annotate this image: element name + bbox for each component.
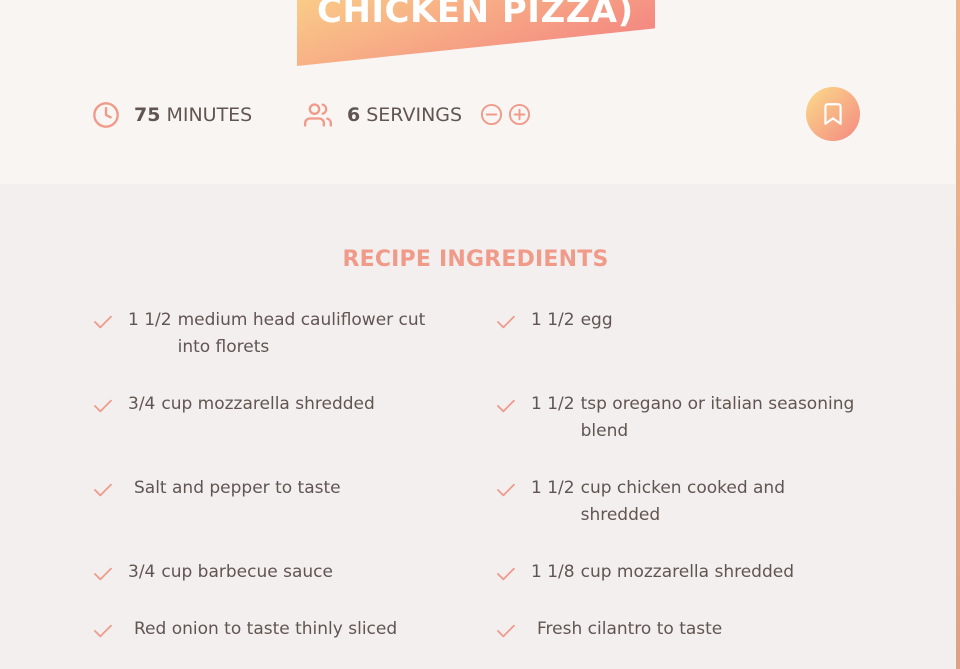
ingredient-item: Fresh cilantro to taste — [495, 616, 865, 643]
ingredient-description-line: cup mozzarella shredded — [161, 394, 375, 414]
servings: 6 SERVINGS — [303, 99, 462, 131]
decrease-servings-button[interactable] — [479, 102, 503, 126]
ingredient-description-line: egg — [580, 310, 613, 330]
cooking-time-unit: MINUTES — [166, 104, 253, 126]
ingredient-item: 3/4 cup mozzarella shredded — [92, 391, 462, 418]
ingredient-description-line: Fresh cilantro to taste — [537, 619, 723, 639]
ingredient-item: 3/4 cup barbecue sauce — [92, 559, 462, 586]
ingredient-description: cup mozzarella shredded — [581, 559, 865, 586]
ingredient-item: 1 1/8 cup mozzarella shredded — [495, 559, 865, 586]
ingredient-description-line: blend — [580, 421, 629, 441]
cooking-time-value: 75 — [134, 104, 161, 126]
ingredient-description-line: medium head cauliflower cut — [177, 310, 426, 330]
ingredient-description-line: cup chicken cooked and — [580, 478, 786, 498]
check-icon — [94, 399, 112, 413]
check-icon — [94, 483, 112, 497]
ingredient-description: tsp oregano or italian seasoning blend — [581, 391, 865, 445]
bookmark-icon — [824, 103, 842, 125]
ingredient-description: cup chicken cooked and shredded — [581, 475, 865, 529]
ingredient-quantity: 3/4 — [128, 562, 156, 582]
ingredient-quantity: 1 1/2 — [531, 478, 575, 498]
ingredient-item: 1 1/2 egg — [495, 307, 865, 334]
ingredient-description: cup barbecue sauce — [161, 559, 462, 586]
ingredient-quantity: 1 1/2 — [531, 394, 575, 414]
ingredient-description-line: shredded — [580, 505, 661, 525]
ingredient-description-line: cup mozzarella shredded — [580, 562, 795, 582]
recipe-title: CHICKEN PIZZA) — [317, 0, 634, 31]
ingredients-heading: RECIPE INGREDIENTS — [342, 247, 609, 272]
plus-circle-icon — [508, 103, 530, 125]
ingredient-description: medium head cauliflower cut into florets — [178, 307, 462, 361]
check-icon — [94, 315, 112, 329]
bookmark-button[interactable] — [806, 87, 860, 141]
check-icon — [94, 567, 112, 581]
servings-controls — [479, 102, 531, 126]
scrollbar-edge — [956, 0, 960, 669]
servings-value: 6 — [347, 104, 361, 126]
ingredient-description: Salt and pepper to taste — [134, 475, 462, 502]
ingredient-item: Red onion to taste thinly sliced — [92, 616, 462, 643]
ingredient-description: Fresh cilantro to taste — [537, 616, 865, 643]
ingredient-description-line: tsp oregano or italian seasoning — [580, 394, 855, 414]
check-icon — [497, 399, 515, 413]
ingredient-item: 1 1/2 medium head cauliflower cut into f… — [92, 307, 462, 361]
ingredient-item: 1 1/2 cup chicken cooked and shredded — [495, 475, 865, 529]
minus-circle-icon — [480, 103, 502, 125]
servings-unit: SERVINGS — [366, 104, 463, 126]
cooking-time: 75 MINUTES — [92, 99, 252, 131]
ingredient-item: Salt and pepper to taste — [92, 475, 462, 502]
check-icon — [497, 567, 515, 581]
check-icon — [497, 315, 515, 329]
ingredient-description: cup mozzarella shredded — [161, 391, 462, 418]
users-icon — [304, 103, 332, 127]
ingredient-description: egg — [581, 307, 865, 334]
recipe-header: CHICKEN PIZZA) 75 MINUTES 6 SERVINGS — [0, 0, 956, 184]
check-icon — [94, 624, 112, 638]
check-icon — [497, 624, 515, 638]
ingredient-description-line: into florets — [177, 337, 270, 357]
ingredient-quantity: 3/4 — [128, 394, 156, 414]
ingredient-description-line: Red onion to taste thinly sliced — [134, 619, 398, 639]
ingredient-description: Red onion to taste thinly sliced — [134, 616, 462, 643]
clock-icon — [93, 102, 119, 128]
ingredient-quantity: 1 1/2 — [128, 310, 172, 330]
ingredient-quantity: 1 1/2 — [531, 310, 575, 330]
recipe-ingredients: RECIPE INGREDIENTS 1 1/2 medium head cau… — [0, 184, 956, 669]
increase-servings-button[interactable] — [507, 102, 531, 126]
ingredient-description-line: Salt and pepper to taste — [134, 478, 341, 498]
ingredient-description-line: cup barbecue sauce — [161, 562, 333, 582]
check-icon — [497, 483, 515, 497]
recipe-title-banner: CHICKEN PIZZA) — [297, 0, 655, 66]
recipe-details: 75 MINUTES 6 SERVINGS — [92, 87, 862, 141]
ingredient-quantity: 1 1/8 — [531, 562, 575, 582]
ingredient-item: 1 1/2 tsp oregano or italian seasoning b… — [495, 391, 865, 445]
